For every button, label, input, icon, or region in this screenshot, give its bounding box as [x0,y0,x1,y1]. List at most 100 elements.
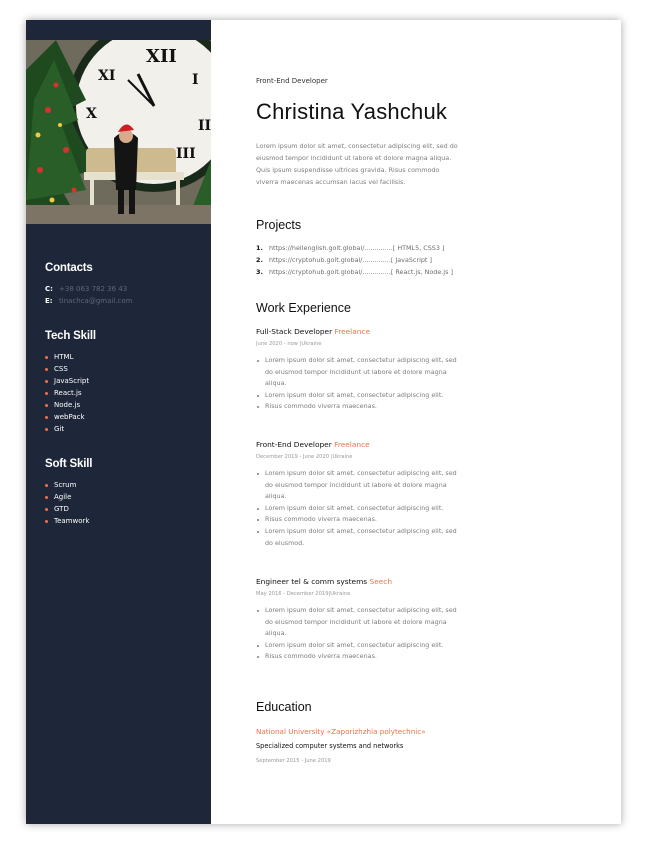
duty-text: Lorem ipsum dolor sit amet, consectetur … [265,469,457,501]
duty-text: Lorem ipsum dolor sit amet, consectetur … [265,526,457,547]
contact-phone-value[interactable]: +38 063 782 36 43 [59,285,127,293]
contact-email: E: tinachca@gmail.com [45,295,132,307]
bullet-icon [257,644,259,647]
page-title: Christina Yashchuk [256,99,448,124]
summary-text: Lorem ipsum dolor sit amet, consectetur … [256,142,458,186]
education-specialty: Specialized computer systems and network… [256,742,404,750]
list-item: 1. https://hellenglish.goit.global/......… [256,242,453,254]
bullet-icon [257,519,259,522]
resume-page: XII I II X XI III Contacts C: +38 063 78… [26,20,621,824]
tech-skill-list: HTML CSS JavaScript React.js Node.js web… [45,351,96,435]
svg-text:X: X [86,106,97,122]
tech-skill-title: Tech Skill [45,330,96,342]
list-item: HTML [45,351,96,363]
bullet-icon [45,495,48,499]
duty-text: Lorem ipsum dolor sit amet, consectetur … [265,640,444,649]
contact-email-value[interactable]: tinachca@gmail.com [59,297,132,305]
job-position: Front-End Developer [256,440,332,449]
skill-label: Agile [54,493,72,501]
skill-label: GTD [54,505,69,513]
duty-text: Risus commodo viverra maecenas. [265,515,377,524]
bullet-icon [257,394,259,397]
list-item: 2. https://cryptohub.goit.global/........… [256,254,453,266]
bullet-icon [257,473,259,475]
list-item: Scrum [45,479,92,491]
list-item: Lorem ipsum dolor sit amet, consectetur … [256,503,466,515]
bullet-icon [45,391,48,395]
job-company: Seech [369,577,393,586]
list-item: webPack [45,411,96,423]
bullet-icon [257,610,259,612]
duty-text: Lorem ipsum dolor sit amet, consectetur … [265,356,457,388]
skill-label: React.js [54,389,82,397]
duty-text: Risus commodo viverra maecenas. [265,402,377,411]
bullet-icon [45,483,48,487]
work-experience-title: Work Experience [256,301,351,315]
bullet-icon [45,507,48,511]
bullet-icon [257,406,259,409]
list-item: Agile [45,491,92,503]
list-item: Lorem ipsum dolor sit amet, consectetur … [256,468,466,503]
project-number: 2. [256,256,263,264]
job-title: Engineer tel & comm systems Seech [256,577,466,586]
bullet-icon [45,379,48,383]
project-number: 3. [256,268,263,276]
job-duties: Lorem ipsum dolor sit amet, consectetur … [256,355,466,413]
bullet-icon [45,355,48,359]
job-company: Freelance [334,440,370,449]
project-link[interactable]: https://cryptohub.goit.global/..........… [269,268,453,276]
svg-text:III: III [176,146,196,162]
job-entry: Full-Stack Developer Freelance June 2020… [256,327,466,413]
duty-text: Risus commodo viverra maecenas. [265,652,377,661]
duty-text: Lorem ipsum dolor sit amet, consectetur … [265,390,444,399]
list-item: JavaScript [45,375,96,387]
list-item: Teamwork [45,515,92,527]
contact-phone: C: +38 063 782 36 43 [45,283,132,295]
bullet-icon [45,427,48,431]
job-role: Front-End Developer [256,77,328,85]
job-dates: May 2016 - December 2019|Ukraine [256,591,351,597]
skill-label: Git [54,425,65,433]
project-number: 1. [256,244,263,252]
projects-title: Projects [256,218,302,232]
soft-skill-list: Scrum Agile GTD Teamwork [45,479,92,527]
svg-text:I: I [192,72,199,88]
list-item: Risus commodo viverra maecenas. [256,401,466,413]
soft-skill-title: Soft Skill [45,458,93,470]
job-duties: Lorem ipsum dolor sit amet, consectetur … [256,605,466,663]
education-university: National University «Zaporizhzhia polyte… [256,727,426,736]
bullet-icon [45,415,48,419]
skill-label: CSS [54,365,68,373]
job-company: Freelance [334,327,371,336]
list-item: Node.js [45,399,96,411]
skill-label: Node.js [54,401,81,409]
soft-skill-section: Soft Skill Scrum Agile GTD Teamwork [45,458,92,527]
bullet-icon [257,530,259,533]
bullet-icon [257,360,259,362]
education-dates: September 2015 - June 2019 [256,758,331,764]
job-title: Front-End Developer Freelance [256,440,466,449]
list-item: Lorem ipsum dolor sit amet, consectetur … [256,390,466,402]
project-link[interactable]: https://hellenglish.goit.global/........… [269,244,444,252]
list-item: Risus commodo viverra maecenas. [256,514,466,526]
list-item: Lorem ipsum dolor sit amet, consectetur … [256,640,466,652]
list-item: React.js [45,387,96,399]
skill-label: HTML [54,353,74,361]
duty-text: Lorem ipsum dolor sit amet, consectetur … [265,503,444,512]
job-position: Engineer tel & comm systems [256,577,368,586]
job-dates: December 2019 - June 2020 |Ukraine [256,454,353,460]
job-position: Full-Stack Developer [256,327,333,336]
project-link[interactable]: https://cryptohub.goit.global/..........… [269,256,432,264]
contact-email-label: E: [45,297,53,305]
svg-text:XII: XII [146,46,177,67]
list-item: 3. https://cryptohub.goit.global/........… [256,266,453,278]
bullet-icon [45,519,48,523]
job-dates: June 2020 - now |Ukraine [256,341,322,347]
list-item: Lorem ipsum dolor sit amet, consectetur … [256,355,466,390]
list-item: Risus commodo viverra maecenas. [256,651,466,663]
list-item: Git [45,423,96,435]
contacts-title: Contacts [45,262,93,274]
list-item: CSS [45,363,96,375]
svg-text:II: II [198,118,211,134]
tech-skill-section: Tech Skill HTML CSS JavaScript React.js … [45,330,96,435]
